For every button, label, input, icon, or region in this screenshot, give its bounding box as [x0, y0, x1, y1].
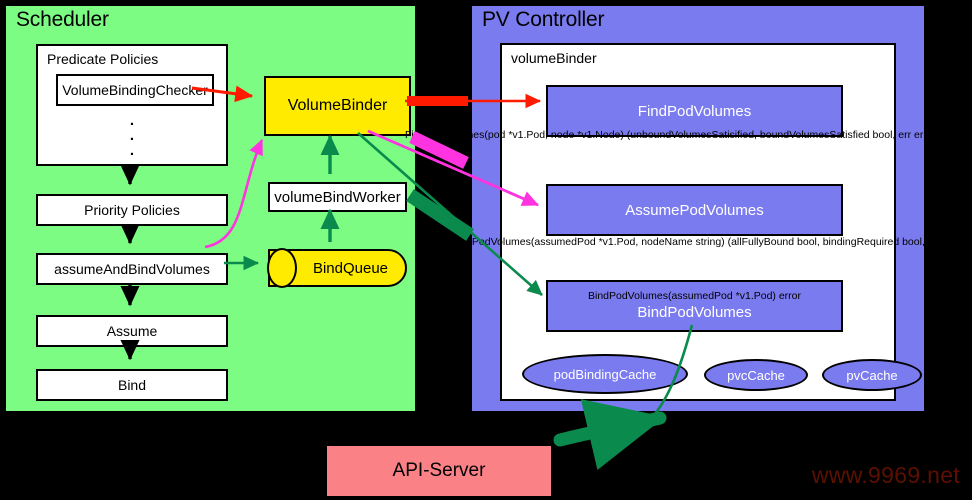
pv-cache-ellipse: pvCache	[822, 359, 922, 391]
ellipsis-dot-1: .	[129, 112, 135, 129]
volume-binder-box: VolumeBinder	[264, 76, 411, 136]
bind-queue-label: BindQueue	[312, 259, 389, 277]
ellipsis-dot-3: .	[129, 142, 135, 159]
volume-binding-checker-box: VolumeBindingChecker	[56, 74, 214, 106]
scheduler-title: Scheduler	[16, 8, 109, 31]
ellipsis-dot-2: .	[129, 127, 135, 144]
predicate-policies-box: Predicate Policies VolumeBindingChecker …	[36, 44, 228, 166]
pod-binding-cache-ellipse: podBindingCache	[522, 354, 688, 394]
priority-policies-box: Priority Policies	[36, 194, 228, 226]
assume-pod-volumes-label: AssumePodVolumes	[625, 201, 764, 219]
bind-box: Bind	[36, 369, 228, 401]
volume-bind-worker-box: volumeBindWorker	[268, 182, 407, 212]
scheduler-panel: Scheduler Predicate Policies VolumeBindi…	[4, 4, 417, 413]
volume-binder-panel-label: volumeBinder	[511, 50, 597, 66]
bind-pod-volumes-label: BindPodVolumes	[637, 303, 752, 321]
bind-queue-cylinder: BindQueue	[267, 248, 407, 288]
watermark: www.9969.net	[811, 462, 960, 488]
assume-and-bind-volumes-box: assumeAndBindVolumes	[36, 253, 228, 285]
assume-pod-volumes-signature-line: AssumePodVolumes(assumedPod *v1.Pod, nod…	[434, 236, 934, 248]
pvc-cache-ellipse: pvcCache	[704, 359, 808, 391]
volume-binder-panel: volumeBinder FindPodVolumes AssumePodVol…	[500, 43, 922, 401]
bind-pod-volumes-signature: BindPodVolumes(assumedPod *v1.Pod) error	[587, 290, 802, 303]
assume-pod-volumes-box: AssumePodVolumes	[546, 184, 843, 236]
predicate-policies-label: Predicate Policies	[47, 51, 159, 67]
pv-controller-panel: PV Controller volumeBinder FindPodVolume…	[470, 4, 926, 413]
pv-controller-title: PV Controller	[482, 8, 605, 31]
api-server-box: API-Server	[325, 444, 553, 498]
bind-pod-volumes-box: BindPodVolumes(assumedPod *v1.Pod) error…	[546, 280, 843, 332]
assume-box: Assume	[36, 315, 228, 347]
find-pod-volumes-label: FindPodVolumes	[637, 102, 752, 120]
find-pod-volumes-signature-line: FindPodVolumes(pod *v1.Pod, node *v1.Nod…	[405, 129, 924, 141]
diagram-canvas: Scheduler Predicate Policies VolumeBindi…	[0, 0, 972, 500]
